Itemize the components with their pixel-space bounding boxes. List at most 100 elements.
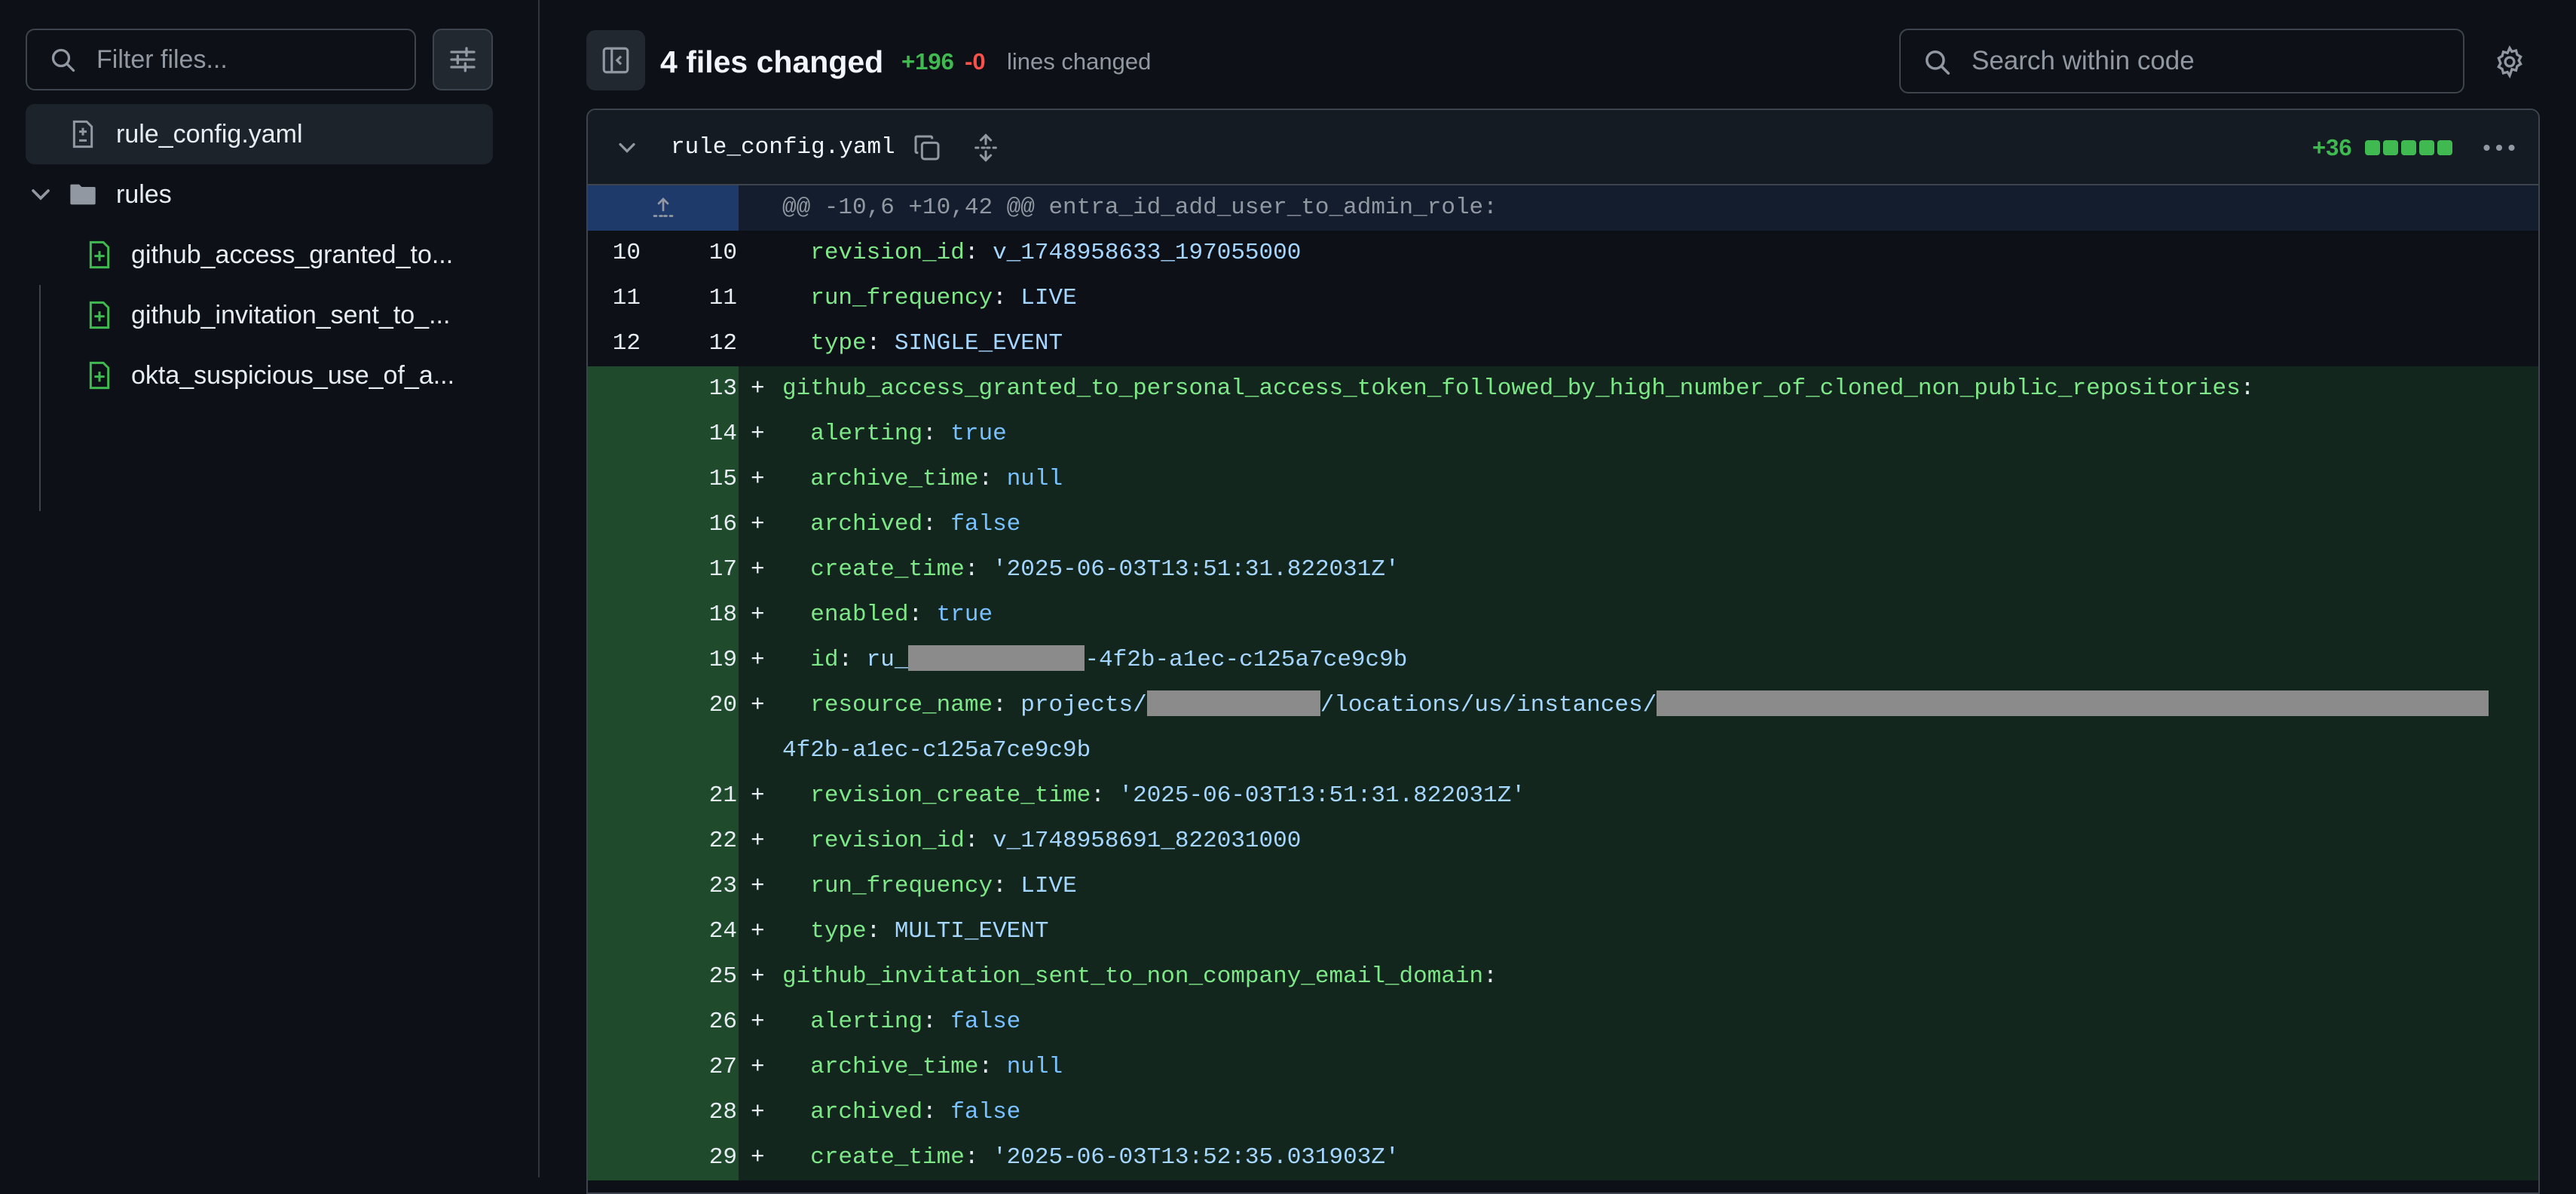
new-line-number[interactable]: 15 xyxy=(663,457,737,502)
new-line-number[interactable]: 11 xyxy=(663,276,737,321)
new-line-number[interactable]: 16 xyxy=(663,502,737,547)
filter-files-field[interactable] xyxy=(26,29,416,90)
punctuation: : xyxy=(922,1009,937,1035)
new-line-number[interactable]: 28 xyxy=(663,1090,737,1135)
hunk-header-row: @@ -10,6 +10,42 @@ entra_id_add_user_to_… xyxy=(588,185,2538,231)
added-line-row: 26 + alerting: false xyxy=(588,1000,2538,1045)
old-line-number[interactable] xyxy=(588,592,641,638)
punctuation: : xyxy=(1091,782,1105,809)
added-line-row: 21 + revision_create_time: '2025-06-03T13… xyxy=(588,773,2538,819)
gear-icon xyxy=(2497,45,2522,78)
added-line-row: 27 + archive_time: null xyxy=(588,1045,2538,1090)
context-line-row: 10 10 revision_id: v_1748958633_197055000 xyxy=(588,231,2538,276)
code-line: create_time: '2025-06-03T13:52:35.031903… xyxy=(782,1135,1399,1180)
new-line-number[interactable]: 12 xyxy=(663,321,737,366)
new-line-number[interactable] xyxy=(663,728,737,773)
punctuation: : xyxy=(908,602,923,628)
punctuation xyxy=(937,511,951,537)
expand-hunk-button[interactable] xyxy=(588,185,739,231)
search-icon xyxy=(1926,51,1950,75)
yaml-key: alerting xyxy=(810,1009,923,1035)
tree-item-label: okta_suspicious_use_of_a... xyxy=(131,361,455,390)
punctuation: : xyxy=(922,1099,937,1125)
punctuation xyxy=(782,828,810,854)
new-line-number[interactable]: 22 xyxy=(663,819,737,864)
old-line-number[interactable] xyxy=(588,819,641,864)
file-tree-sidebar: rule_config.yaml rules github_access_gra… xyxy=(0,0,538,1177)
redacted-block xyxy=(1657,690,2489,716)
punctuation xyxy=(782,330,810,357)
expand-all-button[interactable] xyxy=(968,130,1004,166)
new-line-number[interactable]: 10 xyxy=(663,231,737,276)
yaml-value: '2025-06-03T13:51:31.822031Z' xyxy=(1118,782,1526,809)
yaml-key: run_frequency xyxy=(810,873,993,899)
settings-button[interactable] xyxy=(2487,42,2532,81)
old-line-number[interactable] xyxy=(588,412,641,457)
old-line-number[interactable] xyxy=(588,638,641,683)
filter-files-input[interactable] xyxy=(95,36,404,83)
old-line-number[interactable] xyxy=(588,864,641,909)
tree-item-okta-suspicious-use[interactable]: okta_suspicious_use_of_a... xyxy=(26,345,493,406)
old-line-number[interactable] xyxy=(588,1135,641,1180)
search-within-code-field[interactable] xyxy=(1899,29,2464,93)
old-line-number[interactable] xyxy=(588,457,641,502)
tree-item-label: rule_config.yaml xyxy=(116,120,303,148)
diff-marker: + xyxy=(751,466,765,492)
new-line-number[interactable]: 14 xyxy=(663,412,737,457)
old-line-number[interactable]: 12 xyxy=(588,321,641,366)
new-line-number[interactable]: 26 xyxy=(663,1000,737,1045)
new-line-number[interactable]: 25 xyxy=(663,954,737,1000)
redacted-block xyxy=(1146,690,1320,716)
copy-path-button[interactable] xyxy=(909,130,945,166)
old-line-number[interactable] xyxy=(588,366,641,412)
added-line-row: 18 + enabled: true xyxy=(588,592,2538,638)
new-line-number[interactable]: 17 xyxy=(663,547,737,592)
old-line-number[interactable] xyxy=(588,547,641,592)
punctuation: : xyxy=(838,647,853,673)
old-line-number[interactable] xyxy=(588,1000,641,1045)
file-name[interactable]: rule_config.yaml xyxy=(671,133,895,163)
punctuation xyxy=(782,918,810,944)
tree-item-github-access-granted[interactable]: github_access_granted_to... xyxy=(26,225,493,285)
new-line-number[interactable]: 24 xyxy=(663,909,737,954)
old-line-number[interactable]: 10 xyxy=(588,231,641,276)
tree-item-github-invitation-sent[interactable]: github_invitation_sent_to_... xyxy=(26,285,493,345)
new-line-number[interactable]: 23 xyxy=(663,864,737,909)
tree-item-rules-folder[interactable]: rules xyxy=(26,164,493,225)
search-within-code-input[interactable] xyxy=(1970,38,2452,84)
old-line-number[interactable] xyxy=(588,773,641,819)
yaml-key: archived xyxy=(810,511,923,537)
new-line-number[interactable]: 27 xyxy=(663,1045,737,1090)
old-line-number[interactable] xyxy=(588,909,641,954)
old-line-number[interactable]: 11 xyxy=(588,276,641,321)
sidebar-resize-handle[interactable] xyxy=(538,0,540,1177)
old-line-number[interactable] xyxy=(588,954,641,1000)
yaml-key: archive_time xyxy=(810,1054,979,1080)
yaml-key: github_access_granted_to_personal_access… xyxy=(782,375,2241,402)
filter-options-button[interactable] xyxy=(433,29,493,90)
old-line-number[interactable] xyxy=(588,683,641,728)
old-line-number[interactable] xyxy=(588,1045,641,1090)
punctuation xyxy=(782,240,810,266)
collapse-file-button[interactable] xyxy=(612,133,642,163)
new-line-number[interactable]: 13 xyxy=(663,366,737,412)
search-icon xyxy=(51,48,75,72)
new-line-number[interactable]: 18 xyxy=(663,592,737,638)
new-line-number[interactable]: 20 xyxy=(663,683,737,728)
file-options-button[interactable] xyxy=(2478,130,2520,166)
tree-item-rule-config[interactable]: rule_config.yaml xyxy=(26,104,493,164)
new-line-number[interactable]: 21 xyxy=(663,773,737,819)
old-line-number[interactable] xyxy=(588,728,641,773)
old-line-number[interactable] xyxy=(588,1090,641,1135)
new-line-number[interactable]: 19 xyxy=(663,638,737,683)
file-tree: rule_config.yaml rules github_access_gra… xyxy=(26,104,493,511)
yaml-value: LIVE xyxy=(1020,873,1077,899)
new-line-number[interactable]: 29 xyxy=(663,1135,737,1180)
file-diffstat-count: +36 xyxy=(2312,134,2352,161)
punctuation: : xyxy=(993,285,1007,311)
old-line-number[interactable] xyxy=(588,502,641,547)
punctuation xyxy=(1007,692,1021,718)
toggle-file-tree-button[interactable] xyxy=(586,30,645,90)
sidebar-collapse-icon xyxy=(602,47,629,74)
punctuation xyxy=(782,1054,810,1080)
